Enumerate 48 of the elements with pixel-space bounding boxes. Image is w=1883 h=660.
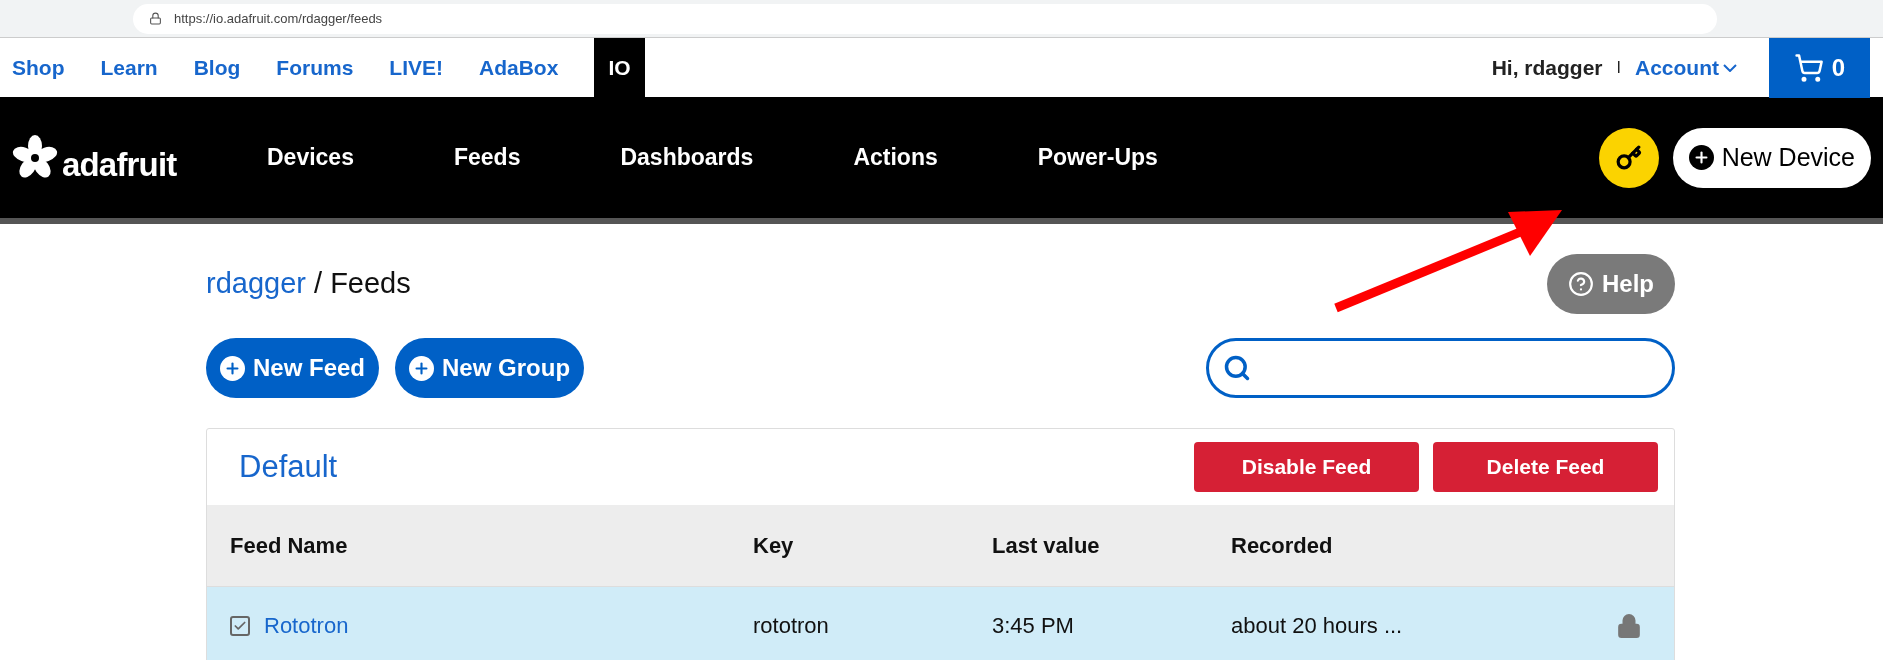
top-nav-link[interactable]: Forums xyxy=(276,38,354,97)
new-feed-button[interactable]: New Feed xyxy=(206,338,380,398)
lock-icon xyxy=(149,12,162,25)
top-nav-link[interactable]: AdaBox xyxy=(479,38,559,97)
key-icon xyxy=(1615,144,1642,171)
cart-button[interactable]: 0 xyxy=(1769,37,1870,98)
column-header: Feed Name xyxy=(230,533,348,558)
flower-icon xyxy=(12,134,58,181)
top-nav-link[interactable]: Blog xyxy=(193,38,241,97)
greeting-text: Hi, rdagger xyxy=(1491,54,1603,81)
cart-icon xyxy=(1793,52,1824,83)
top-nav-link[interactable]: Learn xyxy=(100,38,158,97)
main-nav-link[interactable]: Dashboards xyxy=(620,140,754,175)
plus-icon xyxy=(1688,145,1714,170)
plus-icon xyxy=(220,355,245,381)
separator-text: I xyxy=(1616,57,1621,78)
chevron-down-icon xyxy=(1723,63,1737,72)
main-nav-link[interactable]: Devices xyxy=(267,140,354,175)
new-group-button[interactable]: New Group xyxy=(395,338,585,398)
help-button[interactable]: Help xyxy=(1547,254,1675,314)
top-nav-link[interactable]: IO xyxy=(594,38,645,97)
breadcrumb-text: / Feeds xyxy=(314,267,411,300)
search-icon xyxy=(1223,354,1251,382)
top-nav-link[interactable]: Shop xyxy=(12,38,65,97)
plus-icon xyxy=(409,355,435,381)
breadcrumb-link[interactable]: rdagger xyxy=(206,267,306,300)
main-nav-link[interactable]: Feeds xyxy=(453,140,521,175)
group-title: Default xyxy=(239,447,338,486)
feed-name-link[interactable]: Rototron xyxy=(264,609,349,642)
table-cell: about 20 hours ... xyxy=(1231,613,1403,638)
column-header: Key xyxy=(753,533,794,558)
feed-row[interactable]: Rototron rototron 3:45 PM about 20 hours ... xyxy=(207,586,1674,660)
new-device-button[interactable]: New Device xyxy=(1672,127,1871,188)
top-nav-link[interactable]: LIVE! xyxy=(389,38,444,97)
disable-feed-button[interactable]: Disable Feed xyxy=(1194,442,1419,492)
main-nav-link[interactable]: Actions xyxy=(853,140,938,175)
main-nav-link[interactable]: Power-Ups xyxy=(1037,140,1158,175)
help-icon xyxy=(1568,271,1594,297)
checkbox[interactable] xyxy=(230,615,250,636)
column-header: Last value xyxy=(992,533,1100,558)
table-cell: 3:45 PM xyxy=(992,613,1074,638)
delete-feed-button[interactable]: Delete Feed xyxy=(1433,442,1658,492)
logo[interactable]: adafruit xyxy=(12,134,267,181)
url-field[interactable]: https://io.adafruit.com/rdagger/feeds xyxy=(133,3,1717,34)
table-cell: rototron xyxy=(753,613,829,638)
column-header: Recorded xyxy=(1231,533,1333,558)
search-field[interactable] xyxy=(1206,338,1675,398)
account-link[interactable]: Account xyxy=(1635,51,1737,84)
